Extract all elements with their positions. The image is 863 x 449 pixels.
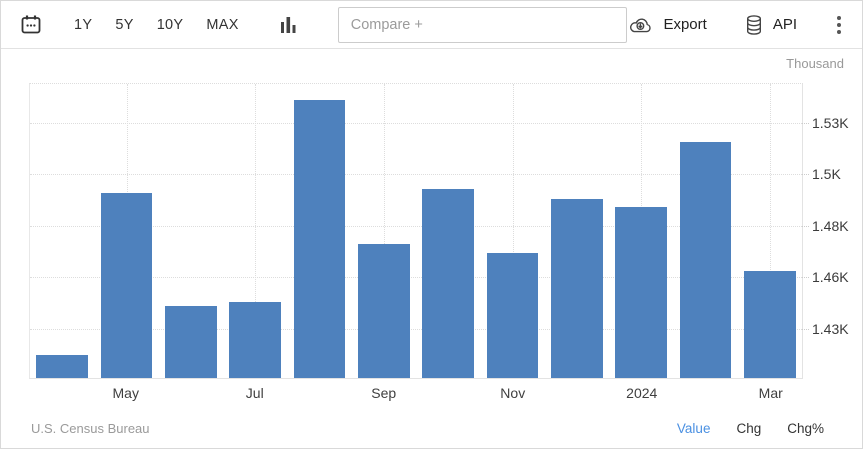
y-axis-tick-label: 1.46K (812, 269, 849, 286)
x-axis-tick-label: Nov (500, 385, 526, 401)
cloud-download-icon (627, 15, 654, 35)
bar-apr-2023[interactable] (36, 355, 88, 378)
range-button-5y[interactable]: 5Y (114, 15, 134, 35)
calendar-button[interactable] (17, 11, 45, 39)
compare-input[interactable] (337, 6, 627, 43)
range-button-1y[interactable]: 1Y (73, 15, 93, 35)
bar-mar-2024[interactable] (744, 271, 796, 378)
calendar-icon (19, 13, 43, 37)
bar-nov-2023[interactable] (486, 252, 539, 378)
bar-oct-2023[interactable] (422, 188, 474, 378)
range-buttons: 1Y 5Y 10Y MAX (73, 15, 240, 35)
toolbar: 1Y 5Y 10Y MAX Compare + Export API (1, 1, 862, 49)
source-attribution: U.S. Census Bureau (31, 421, 150, 436)
column-chart-icon (278, 14, 298, 36)
y-axis-tick-label: 1.48K (812, 217, 849, 234)
bar-feb-2024[interactable] (679, 141, 732, 378)
footer-link-chg[interactable]: Chg (736, 421, 761, 436)
plot-area: 1.53K 1.5K 1.48K 1.46K 1.43K (29, 83, 849, 379)
export-label: Export (663, 16, 707, 33)
export-button[interactable]: Export (627, 15, 707, 35)
y-axis-unit-label: Thousand (786, 56, 844, 71)
y-axis-tick-label: 1.5K (812, 166, 841, 183)
api-button[interactable]: API (744, 14, 797, 36)
y-axis-tick-label: 1.53K (812, 115, 849, 132)
bar-sep-2023[interactable] (358, 244, 410, 378)
range-button-10y[interactable]: 10Y (156, 15, 185, 35)
footer-links: Value Chg Chg% (677, 421, 824, 436)
bar-jun-2023[interactable] (165, 306, 217, 378)
toolbar-right-group: Export API (627, 12, 846, 38)
range-button-max[interactable]: MAX (205, 15, 239, 35)
kebab-menu-icon (836, 14, 842, 36)
x-axis: May Jul Sep Nov 2024 Mar (29, 385, 803, 405)
api-label: API (772, 16, 797, 33)
database-icon (744, 14, 764, 36)
x-axis-tick-label: Jul (245, 385, 264, 401)
bar-jul-2023[interactable] (229, 301, 281, 378)
x-axis-tick-label: Mar (758, 385, 783, 401)
chart-footer: U.S. Census Bureau Value Chg Chg% (1, 421, 862, 436)
footer-link-chgpct[interactable]: Chg% (787, 421, 824, 436)
x-axis-tick-label: May (112, 385, 139, 401)
y-gridline (30, 123, 802, 125)
x-axis-tick-label: Sep (371, 385, 397, 401)
chart-region: Thousand 1.53K 1.5K 1.48K 1.46K 1.43K May Jul… (1, 49, 862, 448)
y-axis-tick-label: 1.43K (812, 320, 849, 337)
kebab-menu-button[interactable] (834, 12, 844, 38)
bar-jan-2024[interactable] (615, 207, 667, 378)
chart-widget: 1Y 5Y 10Y MAX Compare + Export API Thous… (0, 0, 863, 449)
bar-dec-2023[interactable] (551, 199, 603, 378)
bar-aug-2023[interactable] (293, 100, 346, 378)
footer-link-value[interactable]: Value (677, 421, 711, 436)
x-axis-tick-label: 2024 (626, 385, 658, 401)
chart-type-button[interactable] (276, 12, 300, 38)
bar-may-2023[interactable] (100, 192, 153, 378)
